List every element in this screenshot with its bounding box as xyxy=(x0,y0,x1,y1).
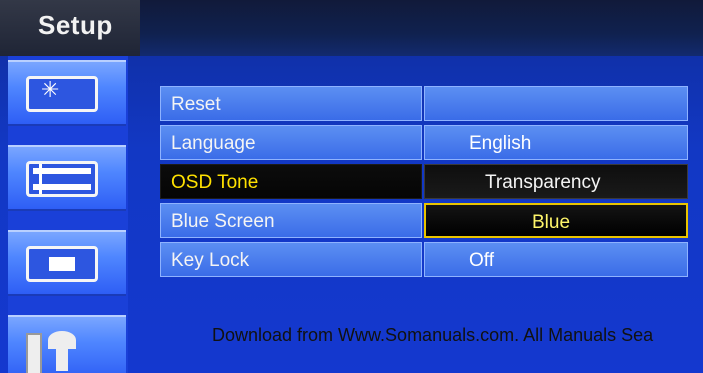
menu-value: English xyxy=(469,133,532,154)
menu-row-reset[interactable]: Reset xyxy=(160,86,690,121)
menu-label: Blue Screen xyxy=(171,211,275,232)
menu-label: Reset xyxy=(171,94,221,115)
picture-settings-icon xyxy=(26,76,98,112)
menu-label-cell: Key Lock xyxy=(160,242,422,277)
sidebar-item-screen[interactable] xyxy=(8,230,126,296)
menu-value-cell[interactable]: English xyxy=(424,125,688,160)
watermark-text: Download from Www.Somanuals.com. All Man… xyxy=(212,325,654,345)
menu-value-cell[interactable]: Transparency xyxy=(424,164,688,199)
menu-value-cell[interactable]: Off xyxy=(424,242,688,277)
tools-icon xyxy=(26,331,98,373)
film-strip-icon xyxy=(26,161,98,197)
menu-row-osd-tone[interactable]: OSD Tone Transparency xyxy=(160,164,690,199)
menu-label-cell: Reset xyxy=(160,86,422,121)
setup-menu: Reset Language English OSD Tone Transpar… xyxy=(160,86,690,281)
menu-value-cell[interactable]: Blue xyxy=(424,203,688,238)
menu-label-cell: OSD Tone xyxy=(160,164,422,199)
menu-row-language[interactable]: Language English xyxy=(160,125,690,160)
menu-value-cell[interactable] xyxy=(424,86,688,121)
screen-icon xyxy=(26,246,98,282)
menu-value: Transparency xyxy=(485,172,601,193)
header-bar: Setup xyxy=(0,0,703,56)
sidebar-item-picture[interactable] xyxy=(8,60,126,126)
setup-osd-screen: Setup Reset Language English xyxy=(0,0,703,373)
menu-row-blue-screen[interactable]: Blue Screen Blue xyxy=(160,203,690,238)
sidebar-item-tools[interactable] xyxy=(8,315,126,373)
sidebar-item-film[interactable] xyxy=(8,145,126,211)
menu-label: OSD Tone xyxy=(171,172,259,193)
menu-label-cell: Blue Screen xyxy=(160,203,422,238)
menu-row-key-lock[interactable]: Key Lock Off xyxy=(160,242,690,277)
menu-value: Blue xyxy=(532,212,571,233)
menu-label: Language xyxy=(171,133,256,154)
menu-value: Off xyxy=(469,250,494,271)
menu-label: Key Lock xyxy=(171,250,250,271)
page-title: Setup xyxy=(38,10,113,40)
menu-label-cell: Language xyxy=(160,125,422,160)
